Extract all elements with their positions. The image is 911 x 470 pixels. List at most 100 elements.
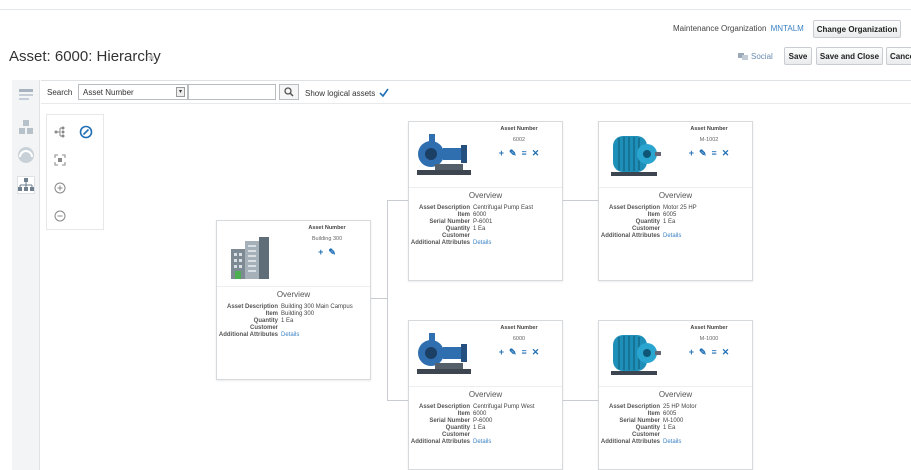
field-label: Quantity bbox=[253, 318, 278, 324]
asset-card-header: Asset Number 6002 + ✎ ≡ ✕ bbox=[484, 126, 554, 159]
field-value: Building 300 Main Campus bbox=[281, 304, 353, 310]
field-label: Customer bbox=[441, 233, 470, 239]
menu-icon[interactable]: ≡ bbox=[712, 347, 717, 358]
asset-card-building[interactable]: Asset Number Building 300 + ✎ Overview A… bbox=[216, 220, 371, 380]
asset-card-pump-west[interactable]: Asset Number 6000 + ✎ ≡ ✕ Overview Asset… bbox=[408, 320, 563, 470]
asset-card-header: Asset Number 6000 + ✎ ≡ ✕ bbox=[484, 325, 554, 358]
add-icon[interactable]: + bbox=[499, 148, 504, 159]
maintenance-org-value[interactable]: MNTALM bbox=[771, 24, 804, 33]
edit-icon[interactable]: ✎ bbox=[699, 347, 707, 358]
connector-line bbox=[387, 400, 408, 401]
save-and-close-button[interactable]: Save and Close bbox=[816, 47, 883, 65]
pump-image bbox=[415, 128, 473, 180]
field-value: 25 HP Motor bbox=[663, 404, 697, 410]
field-row: Additional Attributes Details bbox=[599, 233, 752, 240]
asset-number-label: Asset Number bbox=[690, 325, 728, 331]
page-title: Asset: 6000: Hierarchy bbox=[9, 48, 161, 65]
asset-fields: Asset Description 25 HP Motor Item 6005 Se… bbox=[599, 404, 752, 446]
field-row: Item 6005 bbox=[599, 212, 752, 219]
social-label: Social bbox=[751, 52, 773, 61]
field-row: Quantity 1 Ea bbox=[217, 318, 370, 325]
add-icon[interactable]: + bbox=[318, 247, 323, 258]
field-label: Item bbox=[647, 411, 660, 417]
details-link[interactable]: Details bbox=[473, 240, 491, 247]
connector-line bbox=[387, 200, 408, 201]
field-label: Asset Description bbox=[608, 404, 660, 410]
edit-icon[interactable]: ✎ bbox=[509, 148, 517, 159]
search-field-select[interactable]: Asset Number ▾ bbox=[78, 84, 188, 100]
field-row: Quantity 1 Ea bbox=[409, 226, 562, 233]
details-link[interactable]: Details bbox=[473, 439, 491, 446]
field-row: Asset Description Motor 25 HP bbox=[599, 205, 752, 212]
field-row: Additional Attributes Details bbox=[409, 439, 562, 446]
compass-icon[interactable] bbox=[79, 125, 93, 139]
details-link[interactable]: Details bbox=[663, 233, 681, 240]
search-input[interactable] bbox=[188, 84, 276, 100]
menu-icon[interactable]: ≡ bbox=[522, 148, 527, 159]
field-label: Asset Description bbox=[226, 304, 278, 310]
dropdown-arrow-icon[interactable]: ▾ bbox=[176, 87, 185, 97]
asset-card-motor-m1002[interactable]: Asset Number M-1002 + ✎ ≡ ✕ Overview Ass… bbox=[598, 121, 753, 281]
show-logical-assets[interactable]: Show logical assets bbox=[305, 88, 389, 98]
remove-icon[interactable]: ✕ bbox=[532, 347, 540, 358]
asset-card-motor-m1000[interactable]: Asset Number M-1000 + ✎ ≡ ✕ Overview Ass… bbox=[598, 320, 753, 470]
field-value: 1 Ea bbox=[281, 318, 294, 324]
field-value: Centrifugal Pump East bbox=[473, 205, 534, 211]
maintenance-organization: Maintenance Organization MNTALM bbox=[673, 24, 804, 33]
search-button[interactable] bbox=[279, 84, 299, 100]
add-icon[interactable]: + bbox=[689, 347, 694, 358]
field-value: P-6001 bbox=[473, 219, 493, 225]
hierarchy-icon[interactable] bbox=[17, 176, 35, 194]
checkbox-checked-icon[interactable] bbox=[379, 88, 389, 98]
field-row: Additional Attributes Details bbox=[599, 439, 752, 446]
structure-icon[interactable] bbox=[17, 118, 35, 136]
list-view-icon[interactable] bbox=[17, 86, 35, 104]
remove-icon[interactable]: ✕ bbox=[722, 347, 730, 358]
zoom-in-icon[interactable] bbox=[53, 181, 67, 195]
field-label: Quantity bbox=[635, 425, 660, 431]
asset-fields: Asset Description Motor 25 HP Item 6005 Qu… bbox=[599, 205, 752, 240]
edit-icon[interactable]: ✎ bbox=[328, 247, 336, 258]
field-label: Quantity bbox=[445, 226, 470, 232]
edit-icon[interactable]: ✎ bbox=[699, 148, 707, 159]
zoom-to-fit-icon[interactable] bbox=[53, 153, 67, 167]
menu-icon[interactable]: ≡ bbox=[522, 347, 527, 358]
asset-number-value: 6000 bbox=[512, 336, 526, 342]
field-row: Serial Number P-6000 bbox=[409, 418, 562, 425]
field-value: 6005 bbox=[663, 411, 677, 417]
field-row: Item 6000 bbox=[409, 212, 562, 219]
social-link[interactable]: Social bbox=[738, 52, 773, 61]
details-link[interactable]: Details bbox=[281, 332, 299, 339]
remove-icon[interactable]: ✕ bbox=[532, 148, 540, 159]
edit-icon[interactable]: ✎ bbox=[509, 347, 517, 358]
field-value: 1 Ea bbox=[473, 226, 486, 232]
layout-tree-icon[interactable] bbox=[53, 125, 67, 139]
gauge-icon[interactable] bbox=[17, 146, 35, 164]
asset-number-value: Building 300 bbox=[311, 236, 343, 242]
add-icon[interactable]: + bbox=[499, 347, 504, 358]
change-organization-button[interactable]: Change Organization bbox=[813, 20, 901, 38]
save-button[interactable]: Save bbox=[784, 47, 812, 65]
asset-card-pump-east[interactable]: Asset Number 6002 + ✎ ≡ ✕ Overview Asset… bbox=[408, 121, 563, 281]
field-row: Customer bbox=[599, 226, 752, 233]
field-label: Serial Number bbox=[429, 219, 470, 225]
asset-fields: Asset Description Centrifugal Pump East I… bbox=[409, 205, 562, 247]
field-label: Quantity bbox=[445, 425, 470, 431]
asset-fields: Asset Description Building 300 Main Campu… bbox=[217, 304, 370, 339]
connector-line bbox=[563, 200, 598, 201]
cancel-button[interactable]: Cancel bbox=[886, 47, 911, 65]
maintenance-org-label: Maintenance Organization bbox=[673, 24, 767, 33]
field-row: Quantity 1 Ea bbox=[599, 219, 752, 226]
field-row: Quantity 1 Ea bbox=[599, 425, 752, 432]
zoom-out-icon[interactable] bbox=[53, 209, 67, 223]
remove-icon[interactable]: ✕ bbox=[722, 148, 730, 159]
canvas-top-border bbox=[41, 103, 911, 104]
menu-icon[interactable]: ≡ bbox=[712, 148, 717, 159]
connector-line bbox=[387, 200, 388, 400]
motor-image bbox=[605, 327, 663, 379]
field-label: Asset Description bbox=[418, 205, 470, 211]
field-label: Additional Attributes bbox=[410, 439, 470, 445]
add-icon[interactable]: + bbox=[689, 148, 694, 159]
details-link[interactable]: Details bbox=[663, 439, 681, 446]
favorite-star-icon[interactable]: ★ bbox=[147, 53, 156, 64]
